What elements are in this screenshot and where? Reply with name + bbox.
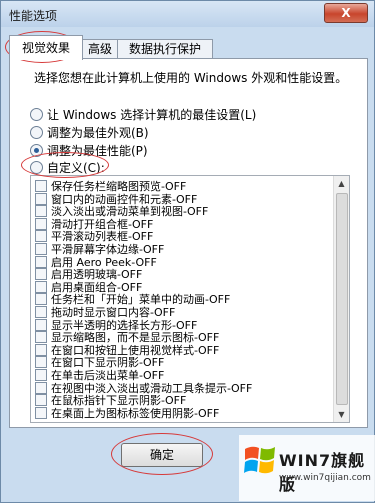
effect-label: 保存任务栏缩略图预览-OFF bbox=[51, 180, 187, 193]
effect-label: 平滑屏幕字体边缘-OFF bbox=[51, 243, 165, 256]
checkbox-icon[interactable] bbox=[35, 356, 47, 369]
watermark: WIN7旗舰版 www.win7qijian.com bbox=[239, 435, 375, 501]
effect-label: 窗口内的动画控件和元素-OFF bbox=[51, 192, 198, 206]
option-best-appearance[interactable]: 调整为最佳外观(B) bbox=[30, 125, 149, 141]
description-text: 选择您想在此计算机上使用的 Windows 外观和性能设置。 bbox=[34, 71, 348, 85]
ok-button[interactable]: 确定 bbox=[121, 443, 203, 467]
option-label: 调整为最佳外观(B) bbox=[47, 126, 149, 140]
effect-label: 启用 Aero Peek-OFF bbox=[51, 255, 157, 269]
effect-label: 在单击后淡出菜单-OFF bbox=[51, 369, 165, 382]
close-button[interactable]: X bbox=[324, 3, 368, 23]
windows-logo-icon bbox=[244, 446, 275, 474]
checkbox-icon[interactable] bbox=[35, 306, 47, 318]
checkbox-icon[interactable] bbox=[35, 369, 47, 381]
vertical-scrollbar[interactable]: ▲ ▼ bbox=[333, 176, 349, 422]
effect-label: 启用桌面组合-OFF bbox=[51, 280, 143, 294]
watermark-brand: WIN7旗舰版 bbox=[279, 451, 366, 494]
window-title: 性能选项 bbox=[9, 9, 58, 23]
scroll-thumb[interactable] bbox=[336, 193, 348, 405]
checkbox-icon[interactable] bbox=[35, 192, 47, 205]
effect-label: 在视图中淡入淡出或滑动工具条提示-OFF bbox=[51, 381, 253, 395]
checkbox-icon[interactable] bbox=[35, 381, 47, 394]
option-let-windows-choose[interactable]: 让 Windows 选择计算机的最佳设置(L) bbox=[30, 107, 256, 123]
effect-label: 在窗口下显示阴影-OFF bbox=[51, 356, 165, 370]
checkbox-icon[interactable] bbox=[35, 394, 47, 407]
checkbox-icon[interactable] bbox=[35, 243, 47, 255]
performance-options-window: 性能选项 X 视觉效果 高级 数据执行保护 选择您想在此计算机上使用的 Wind… bbox=[0, 0, 375, 503]
checkbox-icon[interactable] bbox=[35, 205, 47, 218]
effect-label: 显示半透明的选择长方形-OFF bbox=[51, 318, 198, 332]
checkbox-icon[interactable] bbox=[35, 406, 47, 419]
effect-label: 平滑滚动列表框-OFF bbox=[51, 230, 154, 244]
radio-selected-icon bbox=[30, 144, 43, 157]
watermark-site: www.win7qijian.com bbox=[279, 473, 371, 483]
title-bar[interactable]: 性能选项 X bbox=[1, 1, 374, 27]
scroll-down-arrow-icon[interactable]: ▼ bbox=[334, 407, 349, 422]
radio-icon bbox=[30, 126, 43, 139]
option-best-performance[interactable]: 调整为最佳性能(P) bbox=[30, 143, 148, 159]
visual-effects-panel: 选择您想在此计算机上使用的 Windows 外观和性能设置。 让 Windows… bbox=[9, 58, 368, 428]
effect-label: 显示缩略图，而不是显示图标-OFF bbox=[51, 331, 220, 345]
effect-label: 在窗口和按钮上使用视觉样式-OFF bbox=[51, 343, 220, 357]
scroll-up-arrow-icon[interactable]: ▲ bbox=[334, 176, 349, 191]
list-item[interactable]: 在桌面上为图标标签使用阴影-OFF bbox=[35, 406, 220, 421]
effects-list[interactable]: 保存任务栏缩略图预览-OFF 窗口内的动画控件和元素-OFF 淡入淡出或滑动菜单到视… bbox=[30, 175, 350, 423]
effect-label: 任务栏和「开始」菜单中的动画-OFF bbox=[51, 293, 231, 307]
checkbox-icon[interactable] bbox=[35, 255, 47, 268]
radio-icon bbox=[30, 108, 43, 121]
option-label: 自定义(C): bbox=[47, 161, 105, 175]
checkbox-icon[interactable] bbox=[35, 343, 47, 356]
effect-label: 在桌面上为图标标签使用阴影-OFF bbox=[51, 406, 220, 420]
effect-label: 在鼠标指针下显示阴影-OFF bbox=[51, 394, 187, 408]
option-custom[interactable]: 自定义(C): bbox=[30, 160, 105, 176]
effect-label: 拖动时显示窗口内容-OFF bbox=[51, 306, 176, 319]
checkbox-icon[interactable] bbox=[35, 280, 47, 293]
checkbox-icon[interactable] bbox=[35, 331, 47, 344]
effect-label: 淡入淡出或滑动菜单到视图-OFF bbox=[51, 205, 209, 219]
checkbox-icon[interactable] bbox=[35, 318, 47, 331]
tab-visual-effects[interactable]: 视觉效果 bbox=[9, 35, 83, 60]
checkbox-icon[interactable] bbox=[35, 180, 47, 192]
checkbox-icon[interactable] bbox=[35, 217, 47, 230]
effect-label: 启用透明玻璃-OFF bbox=[51, 268, 143, 282]
option-label: 调整为最佳性能(P) bbox=[47, 144, 148, 158]
checkbox-icon[interactable] bbox=[35, 293, 47, 306]
effect-label: 滑动打开组合框-OFF bbox=[51, 217, 154, 231]
option-label: 让 Windows 选择计算机的最佳设置(L) bbox=[47, 108, 257, 122]
checkbox-icon[interactable] bbox=[35, 268, 47, 281]
tab-data-execution-prevention[interactable]: 数据执行保护 bbox=[117, 39, 213, 59]
radio-icon bbox=[30, 161, 43, 174]
checkbox-icon[interactable] bbox=[35, 230, 47, 243]
